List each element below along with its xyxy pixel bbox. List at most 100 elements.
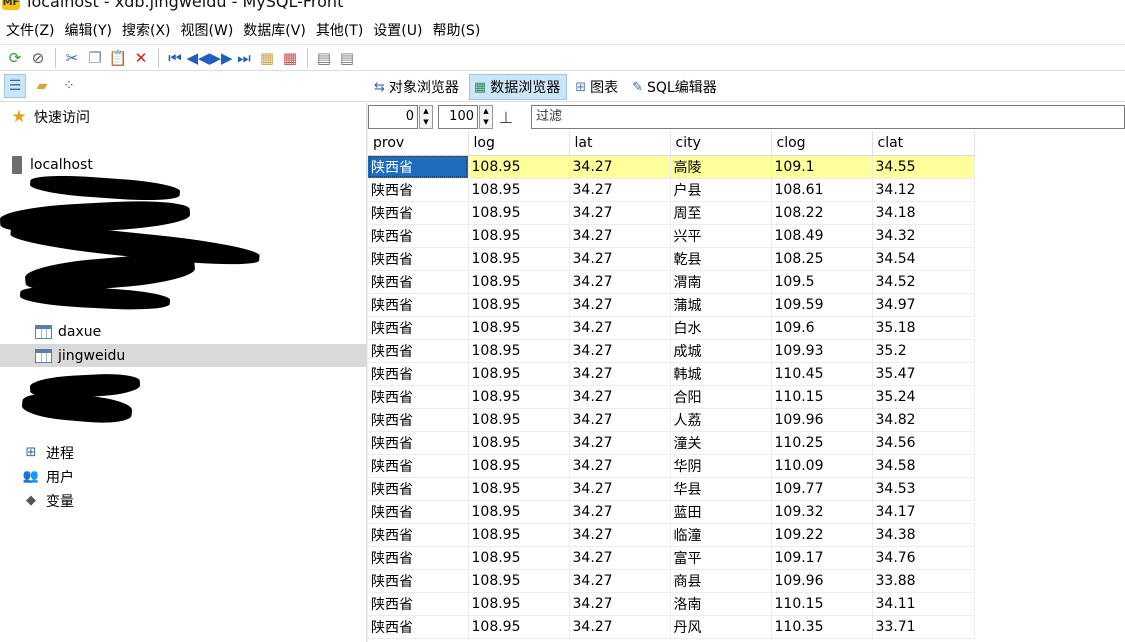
cell-clat[interactable]: 34.53 [872,477,975,501]
previous-record-icon[interactable]: ◀◀ [186,47,209,69]
cell-clog[interactable]: 110.35 [771,615,873,639]
cell-log[interactable]: 108.95 [468,224,570,248]
cell-clog[interactable]: 108.49 [771,224,873,248]
column-header-clog[interactable]: clog [771,131,873,156]
cell-log[interactable]: 108.95 [468,546,570,570]
cell-prov[interactable]: 陕西省 [368,454,469,478]
cell-clat[interactable]: 34.56 [872,431,975,455]
cell-prov[interactable]: 陕西省 [368,316,469,340]
insert-record-icon[interactable]: ▦ [256,47,278,69]
cell-city[interactable]: 丹风 [670,615,772,639]
table-row[interactable]: 陕西省 108.95 34.27 人荔 109.96 34.82 [368,408,975,432]
cell-clat[interactable]: 35.18 [872,316,975,340]
table-row[interactable]: 陕西省 108.95 34.27 兴平 108.49 34.32 [368,224,975,248]
cell-city[interactable]: 潼关 [670,431,772,455]
cell-prov[interactable]: 陕西省 [368,523,469,547]
cell-city[interactable]: 华阴 [670,454,772,478]
stop-icon[interactable]: ⊘ [27,47,49,69]
cut-icon[interactable]: ✂ [61,47,83,69]
cell-lat[interactable]: 34.27 [569,178,671,202]
cancel-record-icon[interactable]: ▤ [336,47,358,69]
cell-prov[interactable]: 陕西省 [368,339,469,363]
table-row[interactable]: 陕西省 108.95 34.27 韩城 110.45 35.47 [368,362,975,386]
cell-log[interactable]: 108.95 [468,247,570,271]
cell-clog[interactable]: 109.93 [771,339,873,363]
cell-prov[interactable]: 陕西省 [368,362,469,386]
cell-clog[interactable]: 110.45 [771,362,873,386]
menu-edit[interactable]: 编辑(Y) [65,19,112,43]
cell-clat[interactable]: 33.71 [872,615,975,639]
tree-view-icon[interactable]: ☰ [4,74,26,98]
cell-lat[interactable]: 34.27 [569,454,671,478]
tree-item-table-daxue[interactable]: daxue [0,320,366,343]
cell-lat[interactable]: 34.27 [569,431,671,455]
cell-prov[interactable]: 陕西省 [368,155,469,179]
table-row[interactable]: 陕西省 108.95 34.27 商县 109.96 33.88 [368,569,975,593]
column-header-city[interactable]: city [670,131,772,156]
cell-city[interactable]: 成城 [670,339,772,363]
column-header-log[interactable]: log [468,131,570,156]
cell-log[interactable]: 108.95 [468,155,570,179]
cell-lat[interactable]: 34.27 [569,316,671,340]
cell-clat[interactable]: 33.88 [872,569,975,593]
post-record-icon[interactable]: ▤ [313,47,335,69]
cell-log[interactable]: 108.95 [468,201,570,225]
sql-history-icon[interactable]: ⁘ [58,74,80,98]
next-record-icon[interactable]: ▶▶ [209,47,232,69]
cell-prov[interactable]: 陕西省 [368,385,469,409]
cell-prov[interactable]: 陕西省 [368,408,469,432]
cell-city[interactable]: 蒲城 [670,293,772,317]
table-row[interactable]: 陕西省 108.95 34.27 华县 109.77 34.53 [368,477,975,501]
cell-clat[interactable]: 35.2 [872,339,975,363]
cell-city[interactable]: 高陵 [670,155,772,179]
cell-lat[interactable]: 34.27 [569,477,671,501]
filter-input[interactable]: 过滤 [531,105,1125,129]
cell-clog[interactable]: 109.5 [771,270,873,294]
tree-item-localhost[interactable]: localhost [0,153,366,176]
cell-prov[interactable]: 陕西省 [368,592,469,616]
cell-city[interactable]: 人荔 [670,408,772,432]
cell-lat[interactable]: 34.27 [569,546,671,570]
table-row[interactable]: 陕西省 108.95 34.27 合阳 110.15 35.24 [368,385,975,409]
limit-toggle-icon[interactable]: ⊥ [499,108,513,127]
cell-clog[interactable]: 109.1 [771,155,873,179]
table-row[interactable]: 陕西省 108.95 34.27 白水 109.6 35.18 [368,316,975,340]
cell-lat[interactable]: 34.27 [569,408,671,432]
cell-log[interactable]: 108.95 [468,569,570,593]
cell-city[interactable]: 周至 [670,201,772,225]
cell-city[interactable]: 华县 [670,477,772,501]
cell-clat[interactable]: 34.55 [872,155,975,179]
column-header-prov[interactable]: prov [368,131,469,156]
menu-database[interactable]: 数据库(V) [243,19,306,43]
offset-stepper[interactable]: ▲ ▼ [419,105,433,129]
table-row[interactable]: 陕西省 108.95 34.27 潼关 110.25 34.56 [368,431,975,455]
cell-lat[interactable]: 34.27 [569,385,671,409]
delete-record-icon[interactable]: ▦ [279,47,301,69]
cell-log[interactable]: 108.95 [468,431,570,455]
table-row[interactable]: 陕西省 108.95 34.27 成城 109.93 35.2 [368,339,975,363]
tab-diagram[interactable]: ⊞ 图表 [571,74,624,100]
cell-prov[interactable]: 陕西省 [368,546,469,570]
cell-clog[interactable]: 110.25 [771,431,873,455]
cell-prov[interactable]: 陕西省 [368,178,469,202]
delete-icon[interactable]: ✕ [130,47,152,69]
cell-log[interactable]: 108.95 [468,293,570,317]
cell-log[interactable]: 108.95 [468,523,570,547]
cell-prov[interactable]: 陕西省 [368,293,469,317]
cell-prov[interactable]: 陕西省 [368,224,469,248]
cell-clat[interactable]: 34.11 [872,592,975,616]
menu-other[interactable]: 其他(T) [316,19,363,43]
menu-settings[interactable]: 设置(U) [373,19,422,43]
cell-clat[interactable]: 34.54 [872,247,975,271]
last-record-icon[interactable]: ⏭ [233,47,255,69]
menu-help[interactable]: 帮助(S) [432,19,480,43]
cell-log[interactable]: 108.95 [468,339,570,363]
cell-clog[interactable]: 109.96 [771,569,873,593]
paste-icon[interactable]: 📋 [107,47,129,69]
copy-icon[interactable]: ❐ [84,47,106,69]
cell-clog[interactable]: 108.22 [771,201,873,225]
first-record-icon[interactable]: ⏮ [164,47,186,69]
cell-prov[interactable]: 陕西省 [368,431,469,455]
cell-lat[interactable]: 34.27 [569,339,671,363]
cell-clat[interactable]: 34.38 [872,523,975,547]
